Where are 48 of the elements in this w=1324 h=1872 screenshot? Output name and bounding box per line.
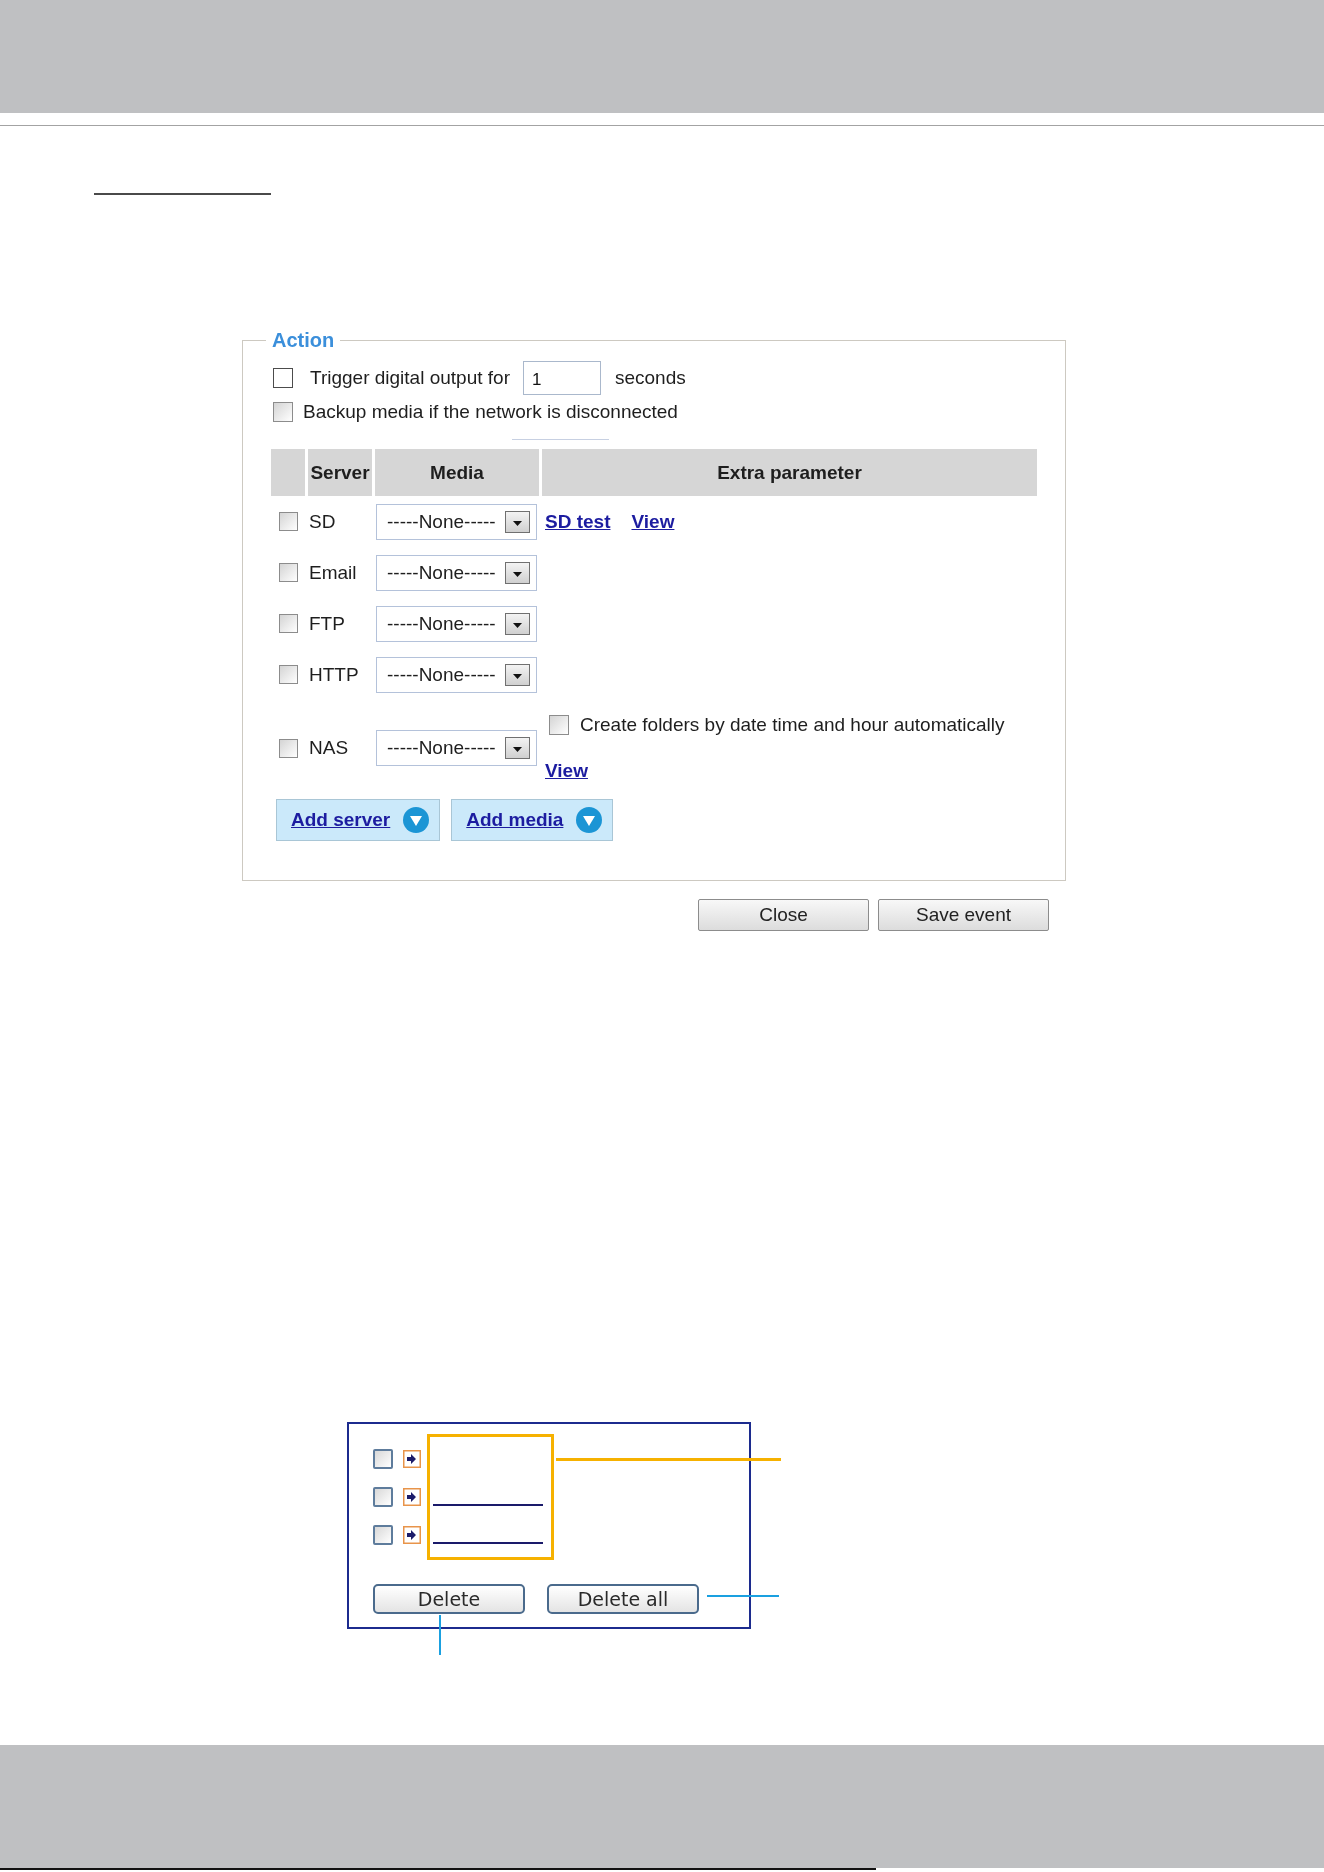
checkbox[interactable] (278, 512, 298, 531)
server-name: HTTP (308, 663, 359, 686)
column-header: Extra parameter (542, 449, 1037, 496)
checkbox[interactable] (273, 368, 293, 388)
column-header: Server (308, 449, 372, 496)
dropdown-caret-icon (505, 510, 530, 533)
dropdown-caret-icon (505, 737, 530, 759)
text-link[interactable]: View (631, 509, 675, 534)
dropdown-caret-icon (505, 561, 530, 584)
leader-line (439, 1615, 441, 1655)
checkbox[interactable] (278, 563, 298, 582)
checkbox[interactable] (549, 715, 569, 735)
seconds-input[interactable]: 1 (522, 361, 601, 395)
checkbox-label: Backup media if the network is disconnected (303, 401, 678, 423)
down-arrow-circle-icon (403, 807, 430, 833)
header-cell (271, 449, 305, 496)
server-name: SD (308, 510, 336, 533)
server-name: NAS (308, 737, 349, 759)
checkbox[interactable] (373, 1487, 393, 1507)
add-dropdown-button[interactable]: Add media (451, 799, 614, 841)
list-button[interactable]: Delete all (547, 1584, 699, 1614)
media-select[interactable]: -----None----- (376, 656, 537, 693)
media-select[interactable]: -----None----- (376, 730, 537, 766)
checkbox[interactable] (273, 402, 293, 422)
checkbox-label: Trigger digital output for (310, 367, 510, 389)
dropdown-caret-icon (505, 612, 530, 635)
dropdown-caret-icon (505, 663, 530, 686)
media-select[interactable]: -----None----- (376, 503, 537, 540)
dialog-button[interactable]: Save event (878, 899, 1049, 931)
checkbox[interactable] (278, 738, 298, 758)
checkbox[interactable] (278, 665, 298, 684)
down-arrow-circle-icon (576, 807, 603, 833)
checkbox[interactable] (278, 614, 298, 633)
text-link[interactable]: View (545, 759, 588, 783)
text-link[interactable]: SD test (545, 509, 611, 534)
leader-line (707, 1595, 779, 1597)
unit-label: seconds (614, 367, 686, 389)
column-header: Media (375, 449, 539, 496)
checkbox[interactable] (373, 1449, 393, 1469)
add-dropdown-button[interactable]: Add server (276, 799, 441, 841)
server-name: Email (308, 561, 357, 584)
media-select[interactable]: -----None----- (376, 605, 537, 642)
media-select[interactable]: -----None----- (376, 554, 537, 591)
list-button[interactable]: Delete (373, 1584, 525, 1614)
checkbox-label: Create folders by date time and hour automatically (580, 714, 1005, 736)
server-name: FTP (308, 612, 345, 635)
checkbox[interactable] (373, 1525, 393, 1545)
dialog-button[interactable]: Close (698, 899, 869, 931)
